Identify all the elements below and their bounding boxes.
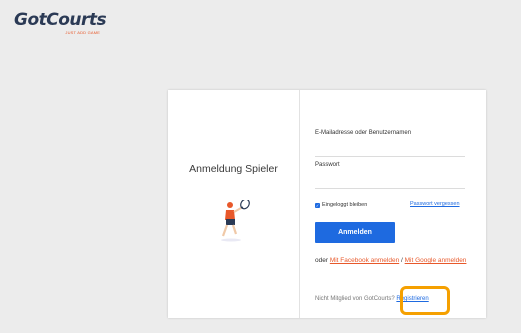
social-login: oder Mit Facebook anmelden / Mit Google … <box>315 256 473 265</box>
social-prefix: oder <box>315 257 329 264</box>
remember-me[interactable]: ✓ Eingeloggt bleiben <box>315 202 367 208</box>
logo-tagline: JUST ADD GAME <box>65 30 101 35</box>
google-login-link[interactable]: Mit Google anmelden <box>405 257 467 264</box>
check-icon: ✓ <box>315 202 320 208</box>
facebook-login-link[interactable]: Mit Facebook anmelden <box>330 257 399 264</box>
logo-wordmark: GotCourts <box>14 10 107 30</box>
logo[interactable]: GotCourts JUST ADD GAME <box>14 10 107 35</box>
login-title: Anmeldung Spieler <box>189 163 278 175</box>
login-left-pane: Anmeldung Spieler <box>168 90 300 318</box>
password-underline <box>315 188 465 189</box>
remember-label: Eingeloggt bleiben <box>322 202 368 208</box>
password-field[interactable] <box>315 175 465 187</box>
register-highlight <box>400 286 450 315</box>
password-label: Passwort <box>315 162 340 168</box>
tennis-player-illustration <box>217 198 251 247</box>
social-separator: / <box>401 257 403 264</box>
email-label: E-Mailadresse oder Benutzernamen <box>315 130 412 136</box>
login-button[interactable]: Anmelden <box>315 222 395 243</box>
not-member-text: Nicht Mitglied von GotCourts? <box>315 296 395 302</box>
remember-checkbox[interactable]: ✓ <box>315 202 320 208</box>
email-underline <box>315 156 465 157</box>
email-field[interactable] <box>315 143 465 155</box>
forgot-password-link[interactable]: Passwort vergessen <box>410 201 460 207</box>
